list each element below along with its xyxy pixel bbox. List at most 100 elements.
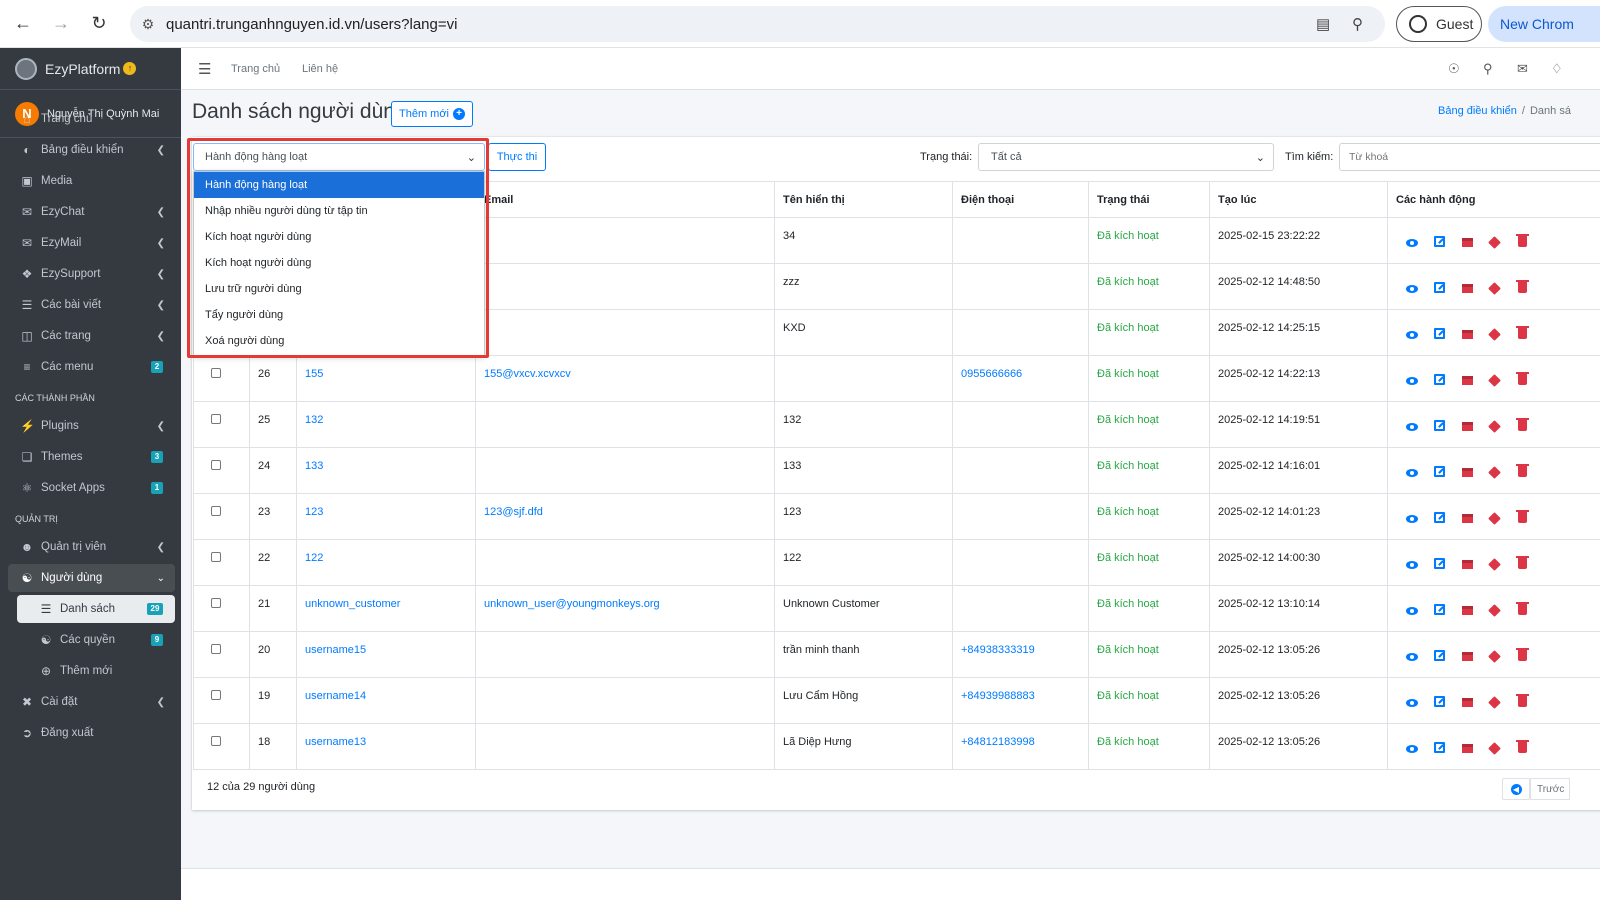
bulk-action-option[interactable]: Nhập nhiều người dùng từ tập tin [194, 198, 484, 224]
trash-icon[interactable] [1516, 326, 1546, 342]
row-checkbox[interactable] [211, 690, 221, 700]
view-icon[interactable] [1406, 420, 1434, 434]
row-checkbox[interactable] [211, 414, 221, 424]
archive-icon[interactable] [1462, 374, 1490, 388]
prev-icon-button[interactable]: ◀ [1502, 778, 1530, 800]
breadcrumb-dashboard[interactable]: Bảng điều khiển [1438, 105, 1517, 117]
zoom-icon[interactable]: ⚲ [1352, 15, 1363, 33]
upgrade-icon[interactable]: ↑ [123, 62, 137, 75]
phone-link[interactable] [952, 263, 1089, 310]
archive-icon[interactable] [1462, 696, 1490, 710]
archive-icon[interactable] [1462, 650, 1490, 664]
view-icon[interactable] [1406, 696, 1434, 710]
row-checkbox[interactable] [211, 598, 221, 608]
username-link[interactable]: unknown_customer [296, 585, 476, 632]
edit-icon[interactable] [1434, 604, 1462, 618]
sidebar-item-menus[interactable]: ≡ Các menu 2 [8, 353, 175, 381]
eraser-icon[interactable] [1488, 236, 1518, 250]
edit-icon[interactable] [1434, 466, 1462, 480]
status-filter-select[interactable]: Tất cả ⌄ [978, 143, 1274, 171]
phone-link[interactable] [952, 217, 1089, 264]
row-checkbox[interactable] [211, 460, 221, 470]
eraser-icon[interactable] [1488, 558, 1518, 572]
address-bar[interactable]: ⚙ quantri.trunganhnguyen.id.vn/users?lan… [130, 6, 1385, 42]
eraser-icon[interactable] [1488, 466, 1518, 480]
sidebar-item-user-list[interactable]: ☰ Danh sách 29 [17, 595, 175, 623]
email-link[interactable] [475, 539, 775, 586]
trash-icon[interactable] [1516, 510, 1546, 526]
email-link[interactable] [475, 263, 775, 310]
username-link[interactable]: 123 [296, 493, 476, 540]
email-link[interactable] [475, 631, 775, 678]
edit-icon[interactable] [1434, 328, 1462, 342]
bulk-action-option[interactable]: Lưu trữ người dùng [194, 276, 484, 302]
trash-icon[interactable] [1516, 740, 1546, 756]
trash-icon[interactable] [1516, 372, 1546, 388]
view-icon[interactable] [1406, 742, 1434, 756]
email-link[interactable] [475, 677, 775, 724]
sidebar-item-roles[interactable]: ☯ Các quyền 9 [17, 626, 175, 654]
archive-icon[interactable] [1462, 282, 1490, 296]
view-icon[interactable] [1406, 558, 1434, 572]
archive-icon[interactable] [1462, 558, 1490, 572]
phone-link[interactable] [952, 585, 1089, 632]
archive-icon[interactable] [1462, 236, 1490, 250]
eraser-icon[interactable] [1488, 512, 1518, 526]
username-link[interactable]: 132 [296, 401, 476, 448]
view-icon[interactable] [1406, 466, 1434, 480]
back-icon[interactable]: ← [4, 5, 42, 43]
row-checkbox[interactable] [211, 644, 221, 654]
archive-icon[interactable] [1462, 466, 1490, 480]
sidebar-item-media[interactable]: ▣ Media [8, 167, 175, 195]
new-chrome-button[interactable]: New Chrom [1488, 6, 1600, 42]
trash-icon[interactable] [1516, 418, 1546, 434]
phone-link[interactable] [952, 539, 1089, 586]
email-link[interactable]: 123@sjf.dfd [475, 493, 775, 540]
sidebar-item-plugins[interactable]: ⚡ Plugins ❮ [8, 412, 175, 440]
edit-icon[interactable] [1434, 374, 1462, 388]
archive-icon[interactable] [1462, 512, 1490, 526]
row-checkbox[interactable] [211, 506, 221, 516]
edit-icon[interactable] [1434, 742, 1462, 756]
eraser-icon[interactable] [1488, 742, 1518, 756]
email-link[interactable] [475, 309, 775, 356]
edit-icon[interactable] [1434, 420, 1462, 434]
view-icon[interactable] [1406, 604, 1434, 618]
eraser-icon[interactable] [1488, 374, 1518, 388]
sidebar-item-users[interactable]: ☯ Người dùng ⌄ [8, 564, 175, 592]
edit-icon[interactable] [1434, 512, 1462, 526]
trash-icon[interactable] [1516, 602, 1546, 618]
view-icon[interactable] [1406, 328, 1434, 342]
trash-icon[interactable] [1516, 464, 1546, 480]
archive-icon[interactable] [1462, 420, 1490, 434]
username-link[interactable]: 155 [296, 355, 476, 402]
bell-icon[interactable]: ♢ [1551, 61, 1563, 77]
eraser-icon[interactable] [1488, 420, 1518, 434]
bulk-action-option[interactable]: Kích hoạt người dùng [194, 224, 484, 250]
sidebar-item-socket-apps[interactable]: ⚛ Socket Apps 1 [8, 474, 175, 502]
username-link[interactable]: username14 [296, 677, 476, 724]
sidebar-item-ezysupport[interactable]: ❖ EzySupport ❮ [8, 260, 175, 288]
edit-icon[interactable] [1434, 650, 1462, 664]
edit-icon[interactable] [1434, 236, 1462, 250]
username-link[interactable]: username15 [296, 631, 476, 678]
sidebar-item-ezychat[interactable]: ✉ EzyChat ❮ [8, 198, 175, 226]
username-link[interactable]: username13 [296, 723, 476, 770]
bulk-action-select[interactable]: Hành động hàng loạt ⌄ [193, 143, 485, 171]
trash-icon[interactable] [1516, 694, 1546, 710]
email-link[interactable] [475, 447, 775, 494]
execute-button[interactable]: Thực thi [488, 143, 546, 171]
email-link[interactable] [475, 723, 775, 770]
phone-link[interactable] [952, 401, 1089, 448]
eraser-icon[interactable] [1488, 604, 1518, 618]
view-icon[interactable] [1406, 282, 1434, 296]
email-link[interactable]: 155@vxcv.xcvxcv [475, 355, 775, 402]
bulk-action-option[interactable]: Hành động hàng loạt [194, 172, 484, 198]
sidebar-item-pages[interactable]: ◫ Các trang ❮ [8, 322, 175, 350]
phone-link[interactable] [952, 447, 1089, 494]
archive-icon[interactable] [1462, 604, 1490, 618]
row-checkbox[interactable] [211, 736, 221, 746]
email-link[interactable] [475, 217, 775, 264]
phone-link[interactable] [952, 493, 1089, 540]
trash-icon[interactable] [1516, 648, 1546, 664]
